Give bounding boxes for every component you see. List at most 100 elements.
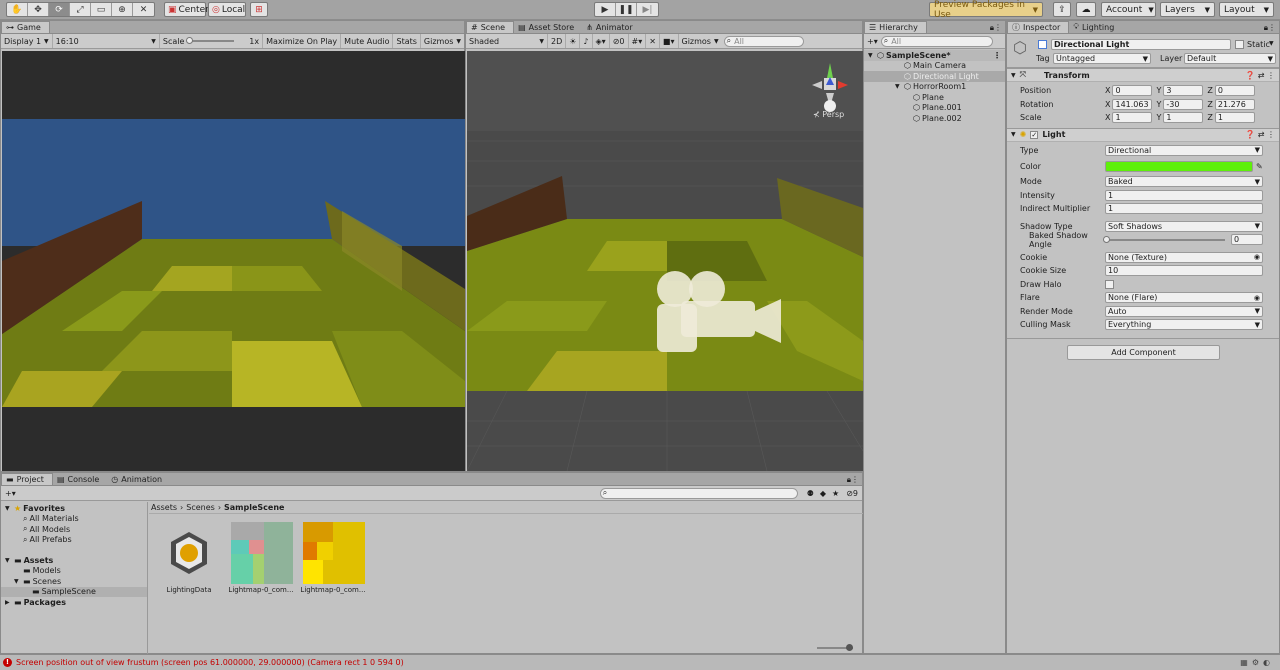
- list-item[interactable]: ▬ Models: [1, 566, 147, 577]
- list-item[interactable]: ▼ ⬡ HorrorRoom1: [864, 82, 1005, 93]
- layers-dropdown[interactable]: Layers ▼: [1160, 2, 1215, 17]
- tab-scene[interactable]: # Scene: [466, 21, 515, 33]
- lighting-toggle-icon[interactable]: ☀: [566, 34, 581, 48]
- 2d-toggle[interactable]: 2D: [548, 34, 567, 48]
- asset-lighting-data[interactable]: LightingData: [156, 522, 222, 594]
- cloud-button[interactable]: ☁: [1076, 2, 1096, 17]
- layout-dropdown[interactable]: Layout ▼: [1219, 2, 1274, 17]
- object-name-input[interactable]: Directional Light: [1051, 39, 1231, 50]
- rotation-x-field[interactable]: 141.063: [1112, 98, 1153, 110]
- transform-header[interactable]: ▼ ⤧ Transform ❓ ⇄ ⋮: [1007, 68, 1279, 82]
- tab-console[interactable]: ▤ Console: [53, 473, 107, 485]
- hidden-packages-toggle[interactable]: ⊘9: [842, 489, 862, 498]
- tab-lighting[interactable]: 💡︎ Lighting: [1069, 21, 1122, 33]
- space-toggle-button[interactable]: ◎ Local: [208, 2, 246, 17]
- favorites-item[interactable]: ▼ ★ Favorites: [1, 503, 147, 514]
- list-item[interactable]: ⬡ Main Camera: [864, 61, 1005, 72]
- tab-animation[interactable]: ◷ Animation: [107, 473, 170, 485]
- light-header[interactable]: ▼ ✺ ✓ Light ❓ ⇄ ⋮: [1007, 127, 1279, 142]
- culling-mask-dropdown[interactable]: Everything ▼: [1105, 319, 1263, 331]
- object-picker-icon[interactable]: ◉: [1254, 253, 1260, 261]
- scale-tool-icon[interactable]: ⤢: [70, 3, 91, 16]
- hand-tool-icon[interactable]: ✋: [7, 3, 28, 16]
- slider-thumb[interactable]: [846, 644, 853, 651]
- collab-button[interactable]: ⇪: [1053, 2, 1071, 17]
- layer-dropdown[interactable]: Default ▼: [1184, 53, 1276, 64]
- step-icon[interactable]: ▶|: [637, 3, 658, 16]
- scale-thumb[interactable]: [186, 37, 194, 44]
- expand-icon[interactable]: ▼: [868, 52, 877, 59]
- move-tool-icon[interactable]: ✥: [28, 3, 49, 16]
- hidden-objects-toggle[interactable]: ⊘ 0: [610, 34, 629, 48]
- draw-halo-checkbox[interactable]: [1105, 279, 1114, 289]
- lock-icon[interactable]: 🔒︎⋮: [844, 475, 862, 485]
- preview-packages-dropdown[interactable]: Preview Packages in Use ▼: [929, 0, 1043, 20]
- light-mode-dropdown[interactable]: Baked ▼: [1105, 176, 1263, 188]
- status-bar[interactable]: ! Screen position out of view frustum (s…: [0, 654, 1280, 670]
- breadcrumb-item[interactable]: Scenes: [186, 503, 215, 512]
- expand-icon[interactable]: ▶: [5, 599, 14, 606]
- breadcrumb-item[interactable]: SampleScene: [224, 503, 284, 512]
- tab-game[interactable]: ⊶ Game: [1, 21, 50, 33]
- static-checkbox[interactable]: [1235, 40, 1244, 49]
- grid-toggle-icon[interactable]: #▾: [629, 34, 647, 48]
- tag-dropdown[interactable]: Untagged ▼: [1053, 53, 1151, 64]
- flare-field[interactable]: None (Flare) ◉: [1105, 292, 1263, 304]
- mute-audio-toggle[interactable]: Mute Audio: [341, 34, 394, 48]
- list-item[interactable]: ⬡ Plane: [864, 92, 1005, 103]
- scene-search-input[interactable]: ⌕ All: [723, 35, 804, 47]
- custom-tool-icon[interactable]: ✕: [133, 3, 154, 16]
- rotation-y-field[interactable]: -30: [1163, 98, 1204, 110]
- pivot-toggle-button[interactable]: ▣ Center: [164, 2, 209, 17]
- play-icon[interactable]: ▶: [595, 3, 616, 16]
- expand-icon[interactable]: ▼: [14, 578, 23, 585]
- list-item[interactable]: ▼ ▬ Scenes: [1, 576, 147, 587]
- baked-angle-field[interactable]: 0: [1231, 234, 1263, 246]
- list-item[interactable]: ⬡ Plane.002: [864, 113, 1005, 124]
- display-dropdown[interactable]: Display 1 ▼: [1, 34, 53, 48]
- more-icon[interactable]: ⋮: [993, 51, 1005, 60]
- scale-y-field[interactable]: 1: [1163, 112, 1204, 124]
- active-checkbox[interactable]: [1038, 40, 1047, 49]
- rotation-z-field[interactable]: 21.276: [1214, 98, 1255, 110]
- lock-icon[interactable]: 🔒︎⋮: [1261, 23, 1279, 33]
- rotate-tool-icon[interactable]: ⟳: [49, 3, 70, 16]
- list-item[interactable]: ▼ ⬡ SampleScene* ⋮: [864, 50, 1005, 61]
- aspect-dropdown[interactable]: 16:10 ▼: [53, 34, 160, 48]
- intensity-field[interactable]: 1: [1105, 189, 1263, 201]
- icon-size-slider[interactable]: [817, 644, 853, 651]
- tools-icon[interactable]: ✕: [646, 34, 660, 48]
- list-item[interactable]: ⌕ All Models: [1, 524, 147, 535]
- scene-viewport[interactable]: ⊀ Persp: [466, 51, 864, 472]
- rect-tool-icon[interactable]: ▭: [91, 3, 112, 16]
- list-item[interactable]: ⌕ All Prefabs: [1, 535, 147, 546]
- object-picker-icon[interactable]: ◉: [1254, 294, 1260, 302]
- grid-snap-button[interactable]: ⊞: [250, 2, 268, 17]
- create-menu-icon[interactable]: +▾: [5, 489, 16, 498]
- transform-tool-icon[interactable]: ⊕: [112, 3, 133, 16]
- tab-asset-store[interactable]: ▤ Asset Store: [514, 21, 582, 33]
- expand-icon[interactable]: ▼: [895, 83, 904, 90]
- gizmos-dropdown[interactable]: Gizmos ▼: [421, 34, 464, 48]
- filter-label-icon[interactable]: ◆: [817, 489, 829, 498]
- scale-slider[interactable]: Scale 1x: [160, 34, 264, 48]
- create-menu-icon[interactable]: +▾: [867, 37, 878, 46]
- scale-x-field[interactable]: 1: [1112, 112, 1153, 124]
- render-mode-dropdown[interactable]: Auto ▼: [1105, 305, 1263, 317]
- assets-item[interactable]: ▼ ▬ Assets: [1, 555, 147, 566]
- project-search-input[interactable]: ⌕: [599, 487, 798, 499]
- cookie-field[interactable]: None (Texture) ◉: [1105, 251, 1263, 263]
- game-viewport[interactable]: [2, 51, 465, 471]
- packages-item[interactable]: ▶ ▬ Packages: [1, 597, 147, 608]
- slider-thumb[interactable]: [1103, 235, 1110, 243]
- favorite-icon[interactable]: ★: [829, 489, 842, 498]
- position-y-field[interactable]: 3: [1163, 85, 1204, 97]
- lock-icon[interactable]: 🔒︎⋮: [987, 23, 1005, 33]
- list-item[interactable]: ⌕ All Materials: [1, 514, 147, 525]
- pause-icon[interactable]: ❚❚: [616, 3, 637, 16]
- light-color-swatch[interactable]: [1105, 160, 1253, 172]
- status-icons[interactable]: ▦⚙◐: [1240, 658, 1280, 667]
- tab-hierarchy[interactable]: ☰ Hierarchy: [864, 21, 927, 33]
- cookie-size-field[interactable]: 10: [1105, 265, 1263, 277]
- breadcrumb-item[interactable]: Assets: [151, 503, 177, 512]
